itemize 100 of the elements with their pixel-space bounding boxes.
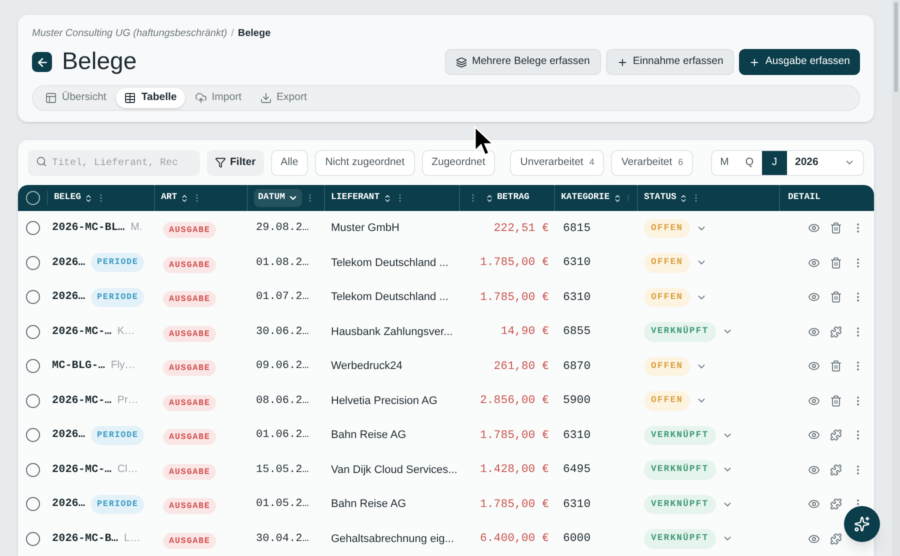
row-checkbox[interactable] [26,256,40,270]
category-cell-text: 6815 [562,220,592,237]
row-checkbox[interactable] [26,221,40,236]
filter-chip[interactable]: Zugeordnet [422,150,496,176]
filter-chip[interactable]: Unverarbeitet 4 [510,150,604,176]
trash-icon[interactable] [830,222,842,234]
select-all-checkbox[interactable] [26,191,40,206]
column-header[interactable]: BELEG [54,191,94,205]
supplier-cell-text: Werbedruck24 [330,359,404,374]
supplier-cell-text: Telekom Deutschland ... [330,290,450,305]
trash-icon[interactable] [830,394,842,407]
column-header[interactable]: STATUS [644,191,688,205]
view-icon[interactable] [808,532,820,545]
puzzle-icon[interactable] [830,498,842,510]
scrollbar[interactable] [892,0,900,556]
breadcrumb-link[interactable]: Muster Consulting UG (haftungsbeschränkt) [32,26,228,41]
filter-button[interactable]: Filter [207,150,264,176]
view-icon[interactable] [808,360,820,372]
back-button[interactable] [32,52,52,72]
column-header[interactable]: LIEFERANT [331,191,392,205]
row-checkbox[interactable] [26,359,40,374]
document-id[interactable]: MC-BLG-… [52,358,105,374]
document-id[interactable]: 2026-MC-… [52,324,112,340]
view-icon[interactable] [808,394,820,407]
row-checkbox[interactable] [26,394,40,408]
cloud-upload-icon [194,92,207,104]
view-tab[interactable]: Import [186,88,250,108]
type-badge: AUSGABE [163,429,216,446]
supplier-cell-text: Telekom Deutschland ... [330,256,450,270]
column-header[interactable]: BETRAG [485,191,530,205]
action-button[interactable]: Einnahme erfassen [606,49,734,75]
row-checkbox[interactable] [26,324,40,339]
category-cell-text: 6310 [562,428,592,444]
amount-cell-text: 2.856,00 € [478,393,550,410]
period-option[interactable]: Q [737,150,762,175]
amount-cell-text: 1.785,00 € [478,290,550,306]
breadcrumb-separator: / [231,27,234,41]
period-option[interactable]: J [762,150,787,175]
date-cell-text: 30.06.2… [255,324,310,340]
date-cell-text: 01.08.2… [255,256,310,270]
action-button[interactable]: Ausgabe erfassen [739,49,860,75]
document-id[interactable]: 2026… [52,254,86,271]
trash-icon[interactable] [830,256,842,269]
view-tab[interactable]: Export [252,88,315,108]
row-checkbox[interactable] [26,428,40,442]
row-checkbox[interactable] [26,497,40,512]
view-tab[interactable]: Tabelle [116,88,185,108]
document-id[interactable]: 2026… [52,496,86,512]
date-cell-text: 01.06.2… [255,428,310,443]
view-icon[interactable] [808,429,820,442]
column-header[interactable]: KATEGORIE [561,191,622,205]
row-checkbox[interactable] [26,462,40,477]
plus-icon [616,56,628,68]
category-cell-text: 6855 [562,324,592,340]
puzzle-icon[interactable] [830,464,842,476]
category-cell-text: 6495 [562,462,592,478]
period-badge: PERIODE [91,253,144,272]
puzzle-icon[interactable] [830,429,842,442]
filter-chip[interactable]: Verarbeitet 6 [611,150,694,176]
column-header[interactable]: ART [161,191,190,205]
document-id[interactable]: 2026-MC-… [52,392,112,409]
trash-icon[interactable] [830,291,842,304]
view-icon[interactable] [808,222,820,234]
view-icon[interactable] [808,291,820,304]
view-icon[interactable] [808,464,820,476]
sort-icon [180,194,190,203]
action-button[interactable]: Mehrere Belege erfassen [444,49,601,75]
row-checkbox[interactable] [26,290,40,304]
amount-cell-text: 1.428,00 € [478,462,550,478]
amount-cell-text: 222,51 € [492,220,550,237]
view-tab[interactable]: Übersicht [37,88,114,108]
puzzle-icon[interactable] [830,326,842,338]
year-select[interactable]: 2026 [787,150,863,175]
document-id[interactable]: 2026-MC-BL… [52,220,125,236]
document-id[interactable]: 2026… [52,427,86,444]
document-id[interactable]: 2026-MC-… [52,462,112,478]
category-cell-text: 6000 [562,531,592,548]
search-field[interactable]: Titel, Lieferant, Rec [28,150,200,176]
document-title: Cl… [117,462,138,477]
sort-icon [485,194,494,203]
period-badge: PERIODE [91,494,144,514]
row-checkbox[interactable] [26,532,40,546]
column-header: DETAIL [788,191,820,204]
puzzle-icon[interactable] [830,532,842,545]
period-option[interactable]: M [712,150,737,175]
column-header[interactable]: DATUM [254,189,302,207]
view-icon[interactable] [808,256,820,269]
type-badge: AUSGABE [163,360,216,376]
document-title: L… [124,530,140,546]
document-id[interactable]: 2026… [52,289,86,306]
type-badge: AUSGABE [163,256,216,273]
document-id[interactable]: 2026-MC-B… [52,530,118,547]
view-icon[interactable] [808,498,820,510]
trash-icon[interactable] [830,360,842,372]
funnel-icon [215,157,226,168]
view-icon[interactable] [808,326,820,338]
filter-chip[interactable]: Nicht zugeordnet [315,150,415,176]
filter-chip[interactable]: Alle [270,150,308,176]
sort-icon [612,194,622,203]
amount-cell-text: 1.785,00 € [478,496,550,513]
